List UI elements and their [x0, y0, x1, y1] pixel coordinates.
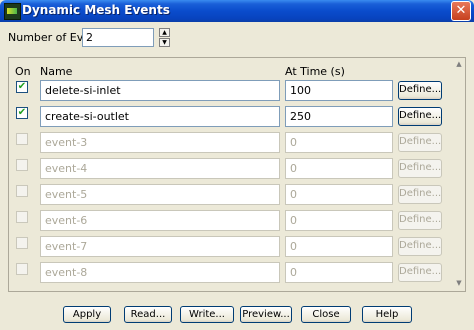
event-checkbox [16, 211, 28, 223]
event-name-field: event-6 [40, 210, 280, 231]
event-checkbox [16, 263, 28, 275]
event-name-field: event-5 [40, 184, 280, 205]
event-time-field: 0 [285, 236, 393, 257]
event-time-field: 0 [285, 262, 393, 283]
define-button[interactable]: Define... [398, 107, 442, 126]
define-button: Define... [398, 263, 442, 282]
column-header-on: On [15, 65, 31, 78]
close-window-button[interactable]: ✕ [451, 1, 471, 21]
event-time-field[interactable]: 100 [285, 80, 393, 101]
read-button[interactable]: Read... [124, 306, 172, 323]
close-button[interactable]: Close [301, 306, 351, 323]
event-time-field: 0 [285, 158, 393, 179]
column-header-name: Name [40, 65, 73, 78]
event-checkbox [16, 237, 28, 249]
column-header-time: At Time (s) [285, 65, 345, 78]
event-name-field: event-7 [40, 236, 280, 257]
define-button: Define... [398, 211, 442, 230]
apply-button[interactable]: Apply [63, 306, 111, 323]
event-checkbox[interactable]: ✔ [16, 107, 28, 119]
event-checkbox [16, 133, 28, 145]
scroll-up-icon[interactable]: ▲ [455, 59, 463, 69]
event-time-field[interactable]: 250 [285, 106, 393, 127]
event-checkbox [16, 185, 28, 197]
define-button: Define... [398, 185, 442, 204]
event-name-field: event-8 [40, 262, 280, 283]
define-button: Define... [398, 133, 442, 152]
event-name-field[interactable]: create-si-outlet [40, 106, 280, 127]
define-button[interactable]: Define... [398, 81, 442, 100]
define-button: Define... [398, 237, 442, 256]
spin-up-icon[interactable]: ▲ [159, 28, 170, 37]
event-time-field: 0 [285, 132, 393, 153]
help-button[interactable]: Help [362, 306, 412, 323]
scroll-down-icon[interactable]: ▼ [455, 278, 463, 288]
event-name-field: event-3 [40, 132, 280, 153]
app-icon [4, 3, 21, 20]
number-of-events-input[interactable]: 2 [82, 28, 154, 47]
event-time-field: 0 [285, 210, 393, 231]
title-bar[interactable]: Dynamic Mesh Events ✕ [0, 0, 474, 22]
event-checkbox[interactable]: ✔ [16, 81, 28, 93]
event-time-field: 0 [285, 184, 393, 205]
define-button: Define... [398, 159, 442, 178]
event-checkbox [16, 159, 28, 171]
spin-down-icon[interactable]: ▼ [159, 38, 170, 47]
window-title: Dynamic Mesh Events [22, 3, 170, 17]
write-button[interactable]: Write... [180, 306, 234, 323]
preview-button[interactable]: Preview... [240, 306, 292, 323]
event-name-field[interactable]: delete-si-inlet [40, 80, 280, 101]
event-name-field: event-4 [40, 158, 280, 179]
